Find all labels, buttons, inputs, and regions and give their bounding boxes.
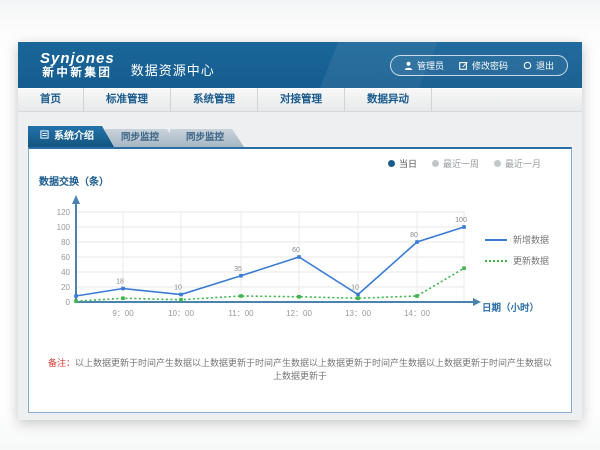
main-nav: 首页标准管理系统管理对接管理数据异动 (18, 88, 582, 112)
svg-text:40: 40 (61, 268, 70, 277)
svg-text:14：00: 14：00 (404, 309, 430, 318)
svg-text:9：00: 9：00 (112, 309, 134, 318)
tab-0[interactable]: 系统介绍 (28, 126, 114, 147)
page-canvas: Synjones 新中新集团 数据资源中心 管理员 修改密码 (0, 0, 600, 450)
chart-legend: 新增数据更新数据 (485, 233, 549, 267)
legend-line-sample (485, 260, 507, 262)
footnote-prefix: 备注： (48, 358, 75, 368)
document-icon (40, 126, 49, 147)
brand-logo-en: Synjones (40, 51, 115, 67)
tab-label: 同步监控 (186, 132, 224, 143)
svg-text:60: 60 (61, 253, 70, 262)
svg-text:100: 100 (57, 223, 71, 232)
legend-item-0[interactable]: 新增数据 (485, 233, 549, 246)
svg-text:100: 100 (455, 217, 467, 224)
content-panel: 当日 最近一周 最近一月 数据交换（条） 0 20 40 60 80 100 120 9：00 10… (28, 147, 572, 413)
period-option-label: 最近一周 (443, 157, 479, 170)
period-option-1[interactable]: 最近一周 (432, 157, 479, 170)
admin-label: 管理员 (417, 59, 444, 72)
brand-logo-cn: 新中新集团 (40, 67, 115, 79)
tab-1[interactable]: 同步监控 (105, 129, 179, 147)
svg-text:80: 80 (61, 238, 70, 247)
svg-text:18: 18 (116, 279, 124, 286)
legend-label: 新增数据 (513, 233, 549, 246)
period-selector: 当日 最近一周 最近一月 (388, 157, 541, 170)
user-menu: 管理员 修改密码 退出 (390, 55, 568, 76)
radio-dot-icon (388, 160, 395, 167)
period-option-0[interactable]: 当日 (388, 157, 417, 170)
period-option-label: 最近一月 (505, 157, 541, 170)
nav-item-1[interactable]: 标准管理 (84, 88, 171, 111)
svg-text:20: 20 (61, 283, 70, 292)
nav-item-0[interactable]: 首页 (18, 88, 84, 111)
power-icon (523, 61, 532, 70)
change-password-button[interactable]: 修改密码 (459, 59, 508, 72)
app-header: Synjones 新中新集团 数据资源中心 管理员 修改密码 (18, 42, 582, 88)
svg-text:13：00: 13：00 (345, 309, 371, 318)
radio-dot-icon (432, 160, 439, 167)
nav-item-4[interactable]: 数据异动 (345, 88, 432, 111)
logout-button[interactable]: 退出 (523, 59, 554, 72)
radio-dot-icon (494, 160, 501, 167)
svg-text:60: 60 (292, 247, 300, 254)
svg-text:日期（小时）: 日期（小时） (482, 302, 539, 314)
svg-text:120: 120 (57, 208, 71, 217)
app-window: Synjones 新中新集团 数据资源中心 管理员 修改密码 (18, 42, 582, 420)
y-axis-title: 数据交换（条） (39, 173, 109, 188)
svg-text:35: 35 (234, 266, 242, 273)
nav-item-2[interactable]: 系统管理 (171, 88, 258, 111)
legend-line-sample (485, 239, 507, 241)
svg-text:80: 80 (410, 232, 418, 239)
user-icon (404, 61, 413, 70)
svg-text:10: 10 (351, 285, 359, 292)
legend-label: 更新数据 (513, 254, 549, 267)
page-title: 数据资源中心 (131, 60, 215, 79)
tab-bar: 系统介绍 同步监控 同步监控 (28, 126, 582, 147)
footnote: 备注：以上数据更新于时间产生数据以上数据更新于时间产生数据以上数据更新于时间产生… (44, 356, 556, 382)
footnote-text: 以上数据更新于时间产生数据以上数据更新于时间产生数据以上数据更新于时间产生数据以… (75, 358, 552, 381)
svg-text:10: 10 (174, 285, 182, 292)
period-option-label: 当日 (399, 157, 417, 170)
brand-logo: Synjones 新中新集团 (40, 51, 115, 79)
svg-text:12：00: 12：00 (286, 309, 312, 318)
tab-label: 同步监控 (121, 132, 159, 143)
period-option-2[interactable]: 最近一月 (494, 157, 541, 170)
legend-item-1[interactable]: 更新数据 (485, 254, 549, 267)
svg-text:11：00: 11：00 (228, 309, 254, 318)
tab-2[interactable]: 同步监控 (170, 129, 244, 147)
tab-label: 系统介绍 (54, 126, 94, 147)
svg-text:10：00: 10：00 (168, 309, 194, 318)
edit-icon (459, 61, 468, 70)
content-area: 系统介绍 同步监控 同步监控 当日 最近一周 最近一月 数据交换（条） 0 20 40 60 8… (18, 112, 582, 413)
nav-item-3[interactable]: 对接管理 (258, 88, 345, 111)
svg-text:0: 0 (66, 298, 71, 307)
change-password-label: 修改密码 (472, 59, 508, 72)
admin-button[interactable]: 管理员 (404, 59, 444, 72)
logout-label: 退出 (536, 59, 554, 72)
